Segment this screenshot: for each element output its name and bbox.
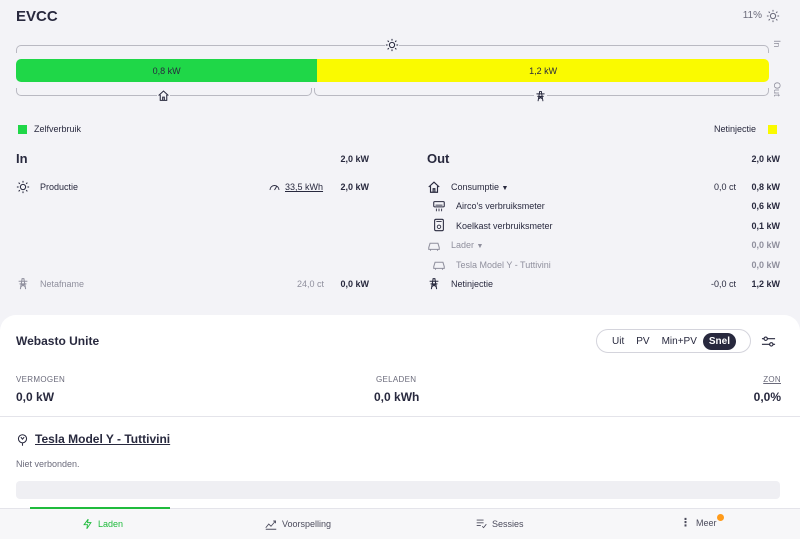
grid-export-power: 1,2 kW xyxy=(751,279,780,289)
consumption-toggle[interactable]: Consumptie ▼ xyxy=(451,182,508,192)
mode-snel[interactable]: Snel xyxy=(702,332,736,350)
notification-badge xyxy=(717,514,724,521)
production-power: 2,0 kW xyxy=(340,182,369,192)
self-consumption-segment: 0,8 kW xyxy=(16,59,318,82)
vehicle-power: 0,0 kW xyxy=(751,260,780,270)
production-label: Productie xyxy=(40,182,79,192)
app-title: EVCC xyxy=(16,8,58,25)
nav-meer[interactable]: ⋮ Meer xyxy=(680,517,717,529)
energy-flow-bar: 0,8 kW 1,2 kW xyxy=(16,59,769,82)
vehicle-select-icon xyxy=(17,434,28,446)
power-value: 0,0 kW xyxy=(16,390,55,404)
mode-pv[interactable]: PV xyxy=(630,333,655,350)
airco-icon xyxy=(433,201,445,212)
grid-export-icon xyxy=(429,278,439,290)
mode-uit[interactable]: Uit xyxy=(606,333,630,350)
grid-import-power: 0,0 kW xyxy=(340,279,369,289)
grid-import-icon xyxy=(18,278,28,290)
settings-sliders-icon[interactable] xyxy=(761,334,776,349)
airco-label: Airco's verbruiksmeter xyxy=(456,201,545,211)
in-side-label: In xyxy=(772,40,782,48)
fridge-icon xyxy=(434,218,444,232)
sun-icon xyxy=(766,9,780,23)
mode-min-pv[interactable]: Min+PV xyxy=(656,333,703,350)
vehicle-soc-bar xyxy=(16,481,780,499)
grid-export-label: Netinjectie xyxy=(451,279,494,289)
production-sun-icon xyxy=(16,180,30,194)
caret-down-icon: ▼ xyxy=(501,185,509,192)
active-tab-indicator xyxy=(30,507,170,509)
charged-value: 0,0 kWh xyxy=(374,390,420,404)
consumption-power: 0,8 kW xyxy=(751,182,780,192)
vehicle-status: Niet verbonden. xyxy=(16,459,80,469)
battery-soc: 11% xyxy=(742,10,762,21)
card-divider xyxy=(0,416,800,417)
fridge-power: 0,1 kW xyxy=(751,221,780,231)
airco-power: 0,6 kW xyxy=(751,201,780,211)
charger-toggle[interactable]: Lader ▼ xyxy=(451,240,483,250)
nav-voorspelling[interactable]: Voorspelling xyxy=(265,518,331,530)
self-consumption-swatch xyxy=(18,125,27,134)
out-side-label: Out xyxy=(772,82,782,97)
nav-sessies[interactable]: Sessies xyxy=(476,518,524,529)
list-check-icon xyxy=(476,519,487,529)
consumption-home-icon xyxy=(428,181,440,193)
forecast-chart-icon xyxy=(265,520,277,530)
zone-value: 0,0% xyxy=(753,390,781,404)
charged-caption: GELADEN xyxy=(376,375,417,384)
out-title: Out xyxy=(427,151,450,166)
vehicle-title-link[interactable]: Tesla Model Y - Tuttivini xyxy=(35,432,170,446)
in-title: In xyxy=(16,151,28,166)
export-swatch xyxy=(768,125,777,134)
grid-import-label: Netafname xyxy=(40,279,85,289)
out-total: 2,0 kW xyxy=(751,154,780,164)
solar-source-icon xyxy=(385,38,399,52)
grid-export-segment: 1,2 kW xyxy=(317,59,769,82)
power-caption: VERMOGEN xyxy=(16,375,66,384)
more-vertical-icon: ⋮ xyxy=(680,517,691,529)
fridge-label: Koelkast verbruiksmeter xyxy=(456,221,553,231)
grid-pylon-icon xyxy=(534,89,547,102)
export-label: Netinjectie xyxy=(714,124,757,134)
zone-caption-link[interactable]: ZON xyxy=(740,375,781,384)
lightning-icon xyxy=(83,518,92,530)
self-consumption-label: Zelfverbruik xyxy=(34,124,82,134)
in-total: 2,0 kW xyxy=(340,154,369,164)
charge-mode-selector[interactable]: Uit PV Min+PV Snel xyxy=(596,329,751,353)
loadpoint-title: Webasto Unite xyxy=(16,334,100,348)
home-icon xyxy=(157,89,170,102)
charger-icon xyxy=(428,242,440,251)
caret-down-icon: ▼ xyxy=(476,243,484,250)
charger-power: 0,0 kW xyxy=(751,240,780,250)
vehicle-label: Tesla Model Y - Tuttivini xyxy=(456,260,551,270)
vehicle-icon xyxy=(433,261,445,270)
nav-laden[interactable]: Laden xyxy=(82,518,123,530)
energy-gauge-icon xyxy=(269,185,280,191)
